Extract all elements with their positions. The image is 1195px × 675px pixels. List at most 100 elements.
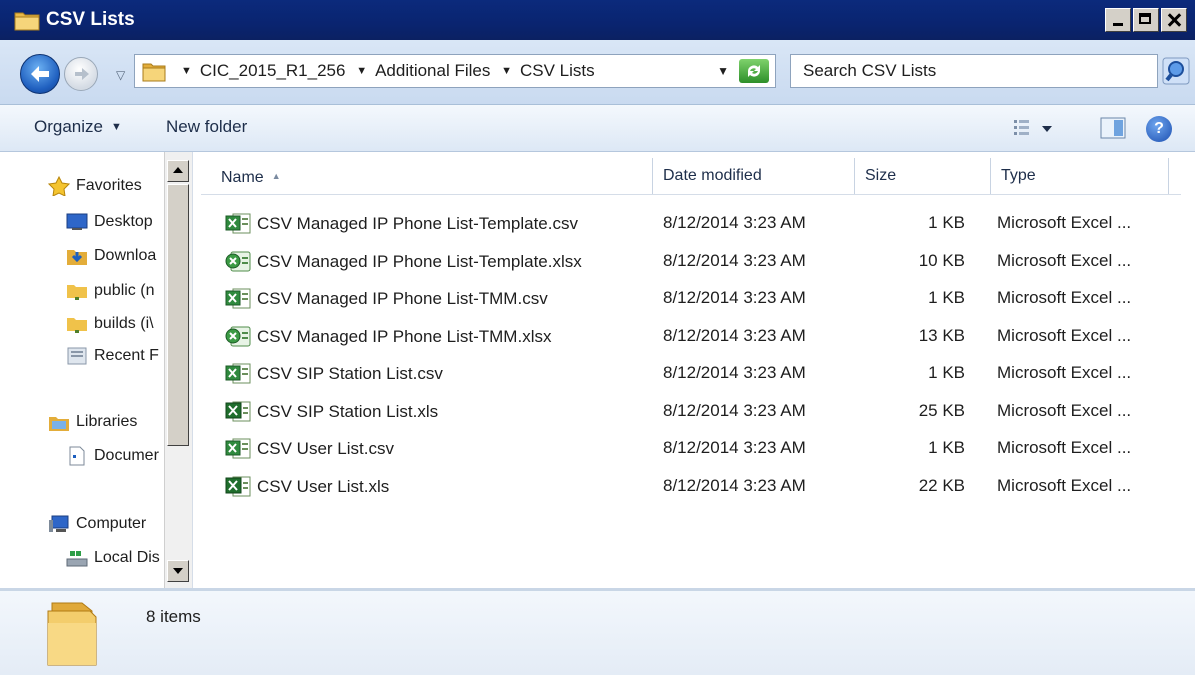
- nav-libraries-label: Libraries: [76, 413, 138, 430]
- address-box[interactable]: ▼ CIC_2015_R1_256 ▼ Additional Files ▼ CSV …: [134, 54, 776, 88]
- forward-arrow-icon: [75, 68, 89, 80]
- xls-file-icon: [225, 401, 251, 423]
- file-row[interactable]: CSV Managed IP Phone List-TMM.xlsx 8/12/2…: [193, 319, 1195, 355]
- organize-label: Organize: [34, 117, 103, 136]
- search-input[interactable]: [791, 55, 1157, 87]
- breadcrumb-item[interactable]: CSV Lists: [520, 61, 595, 80]
- file-name-cell[interactable]: CSV SIP Station List.csv: [225, 363, 655, 385]
- network-folder-icon: [67, 318, 87, 333]
- recent-pages-dropdown[interactable]: ▽: [116, 68, 125, 82]
- file-name-cell[interactable]: CSV User List.xls: [225, 476, 655, 498]
- file-date: 8/12/2014 3:23 AM: [663, 250, 806, 270]
- file-date: 8/12/2014 3:23 AM: [663, 475, 806, 495]
- file-name-cell[interactable]: CSV User List.csv: [225, 438, 655, 460]
- file-name-cell[interactable]: CSV Managed IP Phone List-TMM.csv: [225, 288, 655, 310]
- file-row[interactable]: CSV User List.csv 8/12/2014 3:23 AM 1 KB Mi…: [193, 431, 1195, 467]
- file-name: CSV Managed IP Phone List-Template.xlsx: [257, 251, 582, 271]
- breadcrumb: ▼ CIC_2015_R1_256 ▼ Additional Files ▼ CSV …: [175, 61, 595, 81]
- file-date: 8/12/2014 3:23 AM: [663, 438, 806, 457]
- nav-recent[interactable]: Recent F: [66, 346, 159, 366]
- folder-icon: [142, 63, 166, 82]
- scroll-up-button[interactable]: [167, 160, 189, 182]
- nav-computer[interactable]: Computer: [48, 514, 146, 534]
- chevron-down-icon[interactable]: ▼: [501, 65, 512, 77]
- nav-builds[interactable]: builds (i\: [66, 314, 154, 334]
- sort-arrow-icon: ▲: [271, 171, 281, 181]
- xlsx-file-icon: [225, 251, 251, 273]
- window-title: CSV Lists: [46, 9, 135, 30]
- preview-pane-icon[interactable]: [1100, 116, 1126, 140]
- libraries-icon: [49, 417, 69, 431]
- address-history-dropdown[interactable]: ▼: [717, 64, 729, 78]
- file-type: Microsoft Excel ...: [997, 250, 1132, 270]
- file-name-cell[interactable]: CSV SIP Station List.xls: [225, 401, 655, 423]
- organize-button[interactable]: Organize ▼: [34, 117, 122, 137]
- search-box[interactable]: [790, 54, 1158, 88]
- recent-places-icon: [67, 347, 87, 365]
- file-row[interactable]: CSV Managed IP Phone List-Template.xlsx 8…: [193, 244, 1195, 280]
- file-name-cell[interactable]: CSV Managed IP Phone List-TMM.xlsx: [225, 326, 655, 348]
- nav-public[interactable]: public (n: [66, 281, 154, 301]
- maximize-button[interactable]: [1133, 8, 1159, 32]
- file-name-cell[interactable]: CSV Managed IP Phone List-Template.csv: [225, 213, 655, 235]
- file-type: Microsoft Excel ...: [997, 325, 1132, 345]
- nav-local-disk-label: Local Dis: [94, 549, 160, 566]
- file-name: CSV Managed IP Phone List-TMM.csv: [257, 289, 548, 308]
- documents-icon: [69, 446, 85, 466]
- refresh-button[interactable]: [739, 59, 769, 83]
- file-date: 8/12/2014 3:23 AM: [663, 213, 806, 232]
- title-bar[interactable]: CSV Lists: [0, 0, 1195, 40]
- back-button[interactable]: [20, 54, 60, 94]
- chevron-down-icon[interactable]: ▼: [356, 65, 367, 77]
- column-header-size[interactable]: Size: [855, 158, 991, 194]
- minimize-button[interactable]: [1105, 8, 1131, 32]
- explorer-window: CSV Lists ▽ ▼ CIC_2015_R1_256 ▼ Additional…: [0, 0, 1195, 675]
- desktop-icon: [66, 213, 88, 230]
- new-folder-button[interactable]: New folder: [166, 117, 247, 137]
- nav-builds-label: builds (i\: [94, 315, 154, 332]
- csv-file-icon: [225, 288, 251, 310]
- column-name-label: Name: [221, 169, 264, 186]
- nav-downloads[interactable]: Downloa: [66, 246, 156, 266]
- file-row[interactable]: CSV Managed IP Phone List-Template.csv 8/…: [193, 206, 1195, 242]
- file-row[interactable]: CSV SIP Station List.csv 8/12/2014 3:23 A…: [193, 356, 1195, 392]
- local-disk-icon: [66, 551, 88, 567]
- file-size: 1 KB: [928, 213, 965, 232]
- file-row[interactable]: CSV SIP Station List.xls 8/12/2014 3:23 A…: [193, 394, 1195, 430]
- file-size: 10 KB: [918, 250, 965, 270]
- network-folder-icon: [67, 285, 87, 300]
- breadcrumb-item[interactable]: CIC_2015_R1_256: [200, 61, 346, 80]
- forward-button[interactable]: [64, 57, 98, 91]
- nav-local-disk[interactable]: Local Dis: [66, 548, 160, 568]
- column-header-type[interactable]: Type: [991, 158, 1169, 194]
- file-name: CSV User List.csv: [257, 439, 394, 458]
- file-size: 1 KB: [928, 438, 965, 457]
- file-type: Microsoft Excel ...: [997, 213, 1132, 232]
- file-list-pane: Name ▲ Date modified Size Type CSV Manage…: [192, 152, 1195, 588]
- file-name: CSV SIP Station List.xls: [257, 401, 439, 421]
- scroll-thumb[interactable]: [167, 184, 189, 446]
- column-header-name[interactable]: Name ▲: [211, 158, 653, 194]
- change-view-icon[interactable]: [1012, 117, 1052, 139]
- search-icon[interactable]: [1162, 54, 1190, 88]
- nav-downloads-label: Downloa: [94, 247, 157, 264]
- csv-file-icon: [225, 213, 251, 235]
- file-row[interactable]: CSV User List.xls 8/12/2014 3:23 AM 22 KB M…: [193, 469, 1195, 505]
- nav-favorites-label: Favorites: [76, 177, 142, 194]
- nav-favorites[interactable]: Favorites: [48, 176, 142, 196]
- file-name-cell[interactable]: CSV Managed IP Phone List-Template.xlsx: [225, 251, 655, 273]
- chevron-down-icon[interactable]: ▼: [181, 65, 192, 77]
- nav-libraries[interactable]: Libraries: [48, 412, 137, 432]
- close-button[interactable]: [1161, 8, 1187, 32]
- column-header-date[interactable]: Date modified: [653, 158, 855, 194]
- help-icon[interactable]: ?: [1146, 116, 1172, 142]
- file-row[interactable]: CSV Managed IP Phone List-TMM.csv 8/12/20…: [193, 281, 1195, 317]
- scroll-down-button[interactable]: [167, 560, 189, 582]
- nav-desktop[interactable]: Desktop: [66, 212, 153, 232]
- breadcrumb-item[interactable]: Additional Files: [375, 61, 490, 80]
- file-name: CSV Managed IP Phone List-TMM.xlsx: [257, 326, 552, 346]
- file-size: 1 KB: [928, 288, 965, 307]
- nav-documents[interactable]: Documer: [66, 446, 159, 466]
- refresh-icon: [748, 65, 760, 77]
- nav-scrollbar[interactable]: [164, 152, 192, 588]
